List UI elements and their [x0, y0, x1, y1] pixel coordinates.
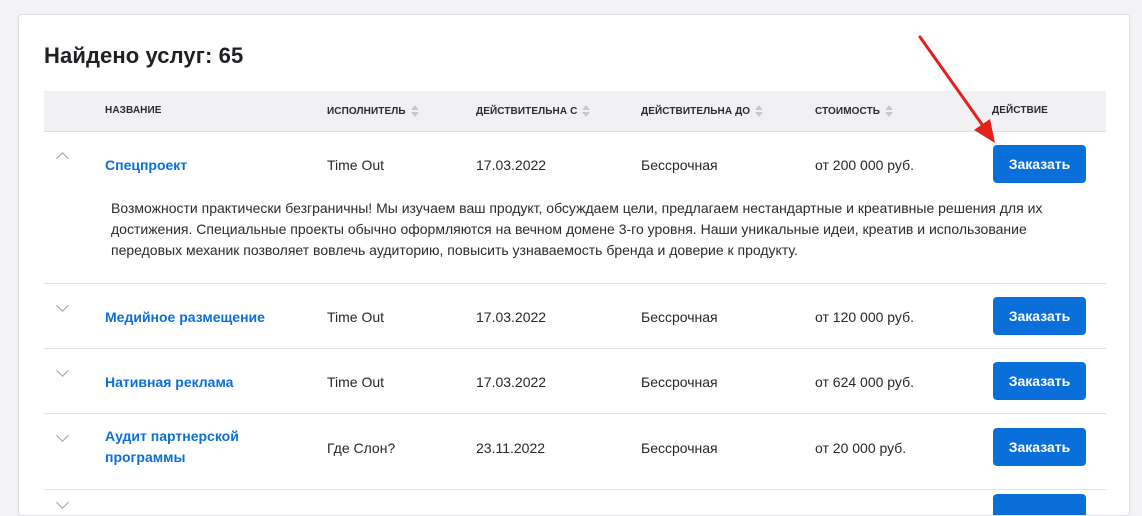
column-label-name: Название [105, 105, 162, 116]
performer-cell: Time Out [327, 309, 385, 325]
valid-from-cell: 23.11.2022 [476, 440, 546, 456]
column-label-cost: Стоимость [815, 105, 881, 117]
chevron-down-icon[interactable] [56, 364, 69, 377]
sort-arrows-icon[interactable] [885, 105, 894, 117]
sort-arrows-icon[interactable] [755, 105, 764, 117]
cost-cell: от 200 000 руб. [815, 157, 914, 173]
column-label-valid-to: Действительна до [641, 105, 751, 117]
sort-arrows-icon[interactable] [410, 105, 419, 117]
column-header-valid-to[interactable]: Действительна до [641, 105, 764, 117]
service-description: Возможности практически безграничны! Мы … [111, 200, 1043, 258]
table-row: Спецпроект Time Out 17.03.2022 Бессрочна… [44, 132, 1106, 284]
column-label-performer: Исполнитель [327, 105, 406, 117]
table-row: Медийное размещение Time Out 17.03.2022 … [44, 284, 1106, 349]
valid-from-cell: 17.03.2022 [476, 309, 547, 325]
cost-cell: от 624 000 руб. [815, 374, 914, 390]
order-button[interactable]: Заказать [993, 362, 1086, 400]
service-name-link[interactable]: Спецпроект [105, 155, 275, 176]
column-header-performer[interactable]: Исполнитель [327, 105, 419, 117]
valid-from-cell: 17.03.2022 [476, 374, 547, 390]
column-header-valid-from[interactable]: Действительна с [476, 105, 591, 117]
column-label-valid-from: Действительна с [476, 105, 578, 117]
table-header: Название Исполнитель Действительна с Дей… [44, 91, 1106, 132]
valid-to-cell: Бессрочная [641, 440, 718, 456]
service-name-link[interactable]: Медийное размещение [105, 307, 275, 328]
sort-arrows-icon[interactable] [582, 105, 591, 117]
performer-cell: Time Out [327, 374, 385, 390]
order-button[interactable]: Заказать [993, 428, 1086, 466]
performer-cell: Где Слон? [327, 440, 396, 456]
column-header-cost[interactable]: Стоимость [815, 105, 894, 117]
services-card: Найдено услуг: 65 Название Исполнитель Д… [18, 14, 1130, 516]
table-row: Нативная реклама Time Out 17.03.2022 Бес… [44, 349, 1106, 414]
chevron-down-icon[interactable] [56, 429, 69, 442]
column-header-name: Название [105, 105, 162, 116]
service-name-link[interactable]: Аудит партнерской программы [105, 426, 275, 468]
chevron-down-icon[interactable] [56, 299, 69, 312]
page-title: Найдено услуг: 65 [44, 43, 244, 68]
cost-cell: от 20 000 руб. [815, 440, 907, 456]
chevron-up-icon[interactable] [56, 152, 69, 165]
valid-from-cell: 17.03.2022 [476, 157, 547, 173]
order-button[interactable]: Заказать [993, 145, 1086, 183]
valid-to-cell: Бессрочная [641, 374, 718, 390]
order-button[interactable]: Заказать [993, 297, 1086, 335]
cost-cell: от 120 000 руб. [815, 309, 914, 325]
order-button-partial[interactable] [993, 494, 1086, 515]
column-header-action: Действие [992, 105, 1048, 116]
performer-cell: Time Out [327, 157, 385, 173]
valid-to-cell: Бессрочная [641, 157, 718, 173]
valid-to-cell: Бессрочная [641, 309, 718, 325]
table-row: Аудит партнерской программы Где Слон? 23… [44, 414, 1106, 490]
column-label-action: Действие [992, 105, 1048, 116]
service-name-link[interactable]: Нативная реклама [105, 372, 275, 393]
